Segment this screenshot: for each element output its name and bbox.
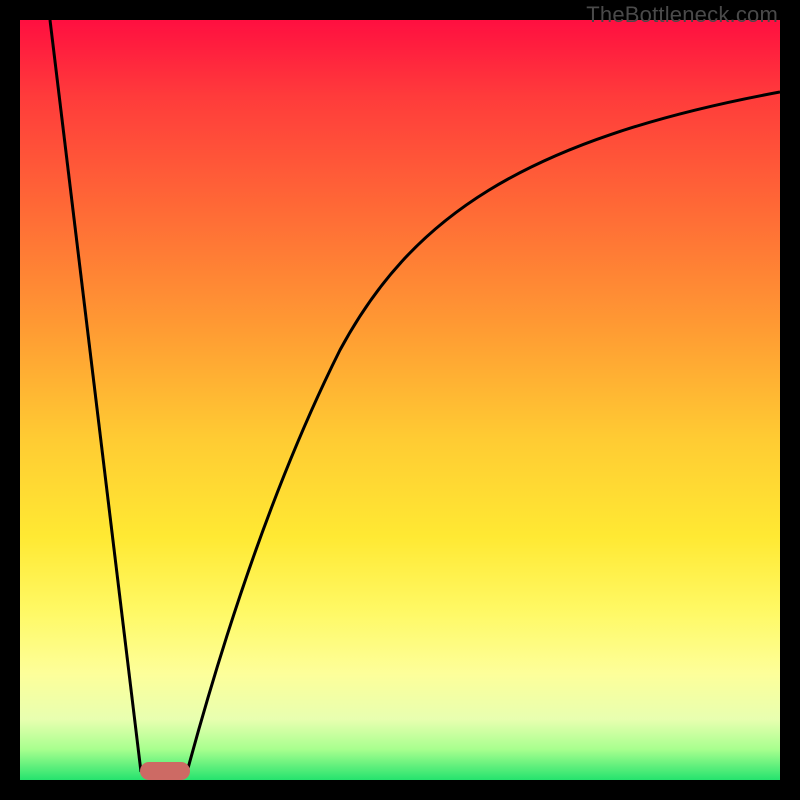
curve-left-segment (50, 20, 141, 772)
frame-left (0, 0, 20, 800)
plot-gradient-background (20, 20, 780, 780)
bottleneck-curve (20, 20, 780, 780)
frame-right (780, 0, 800, 800)
curve-right-segment (187, 92, 780, 772)
optimal-range-marker (140, 762, 190, 780)
bottleneck-chart: TheBottleneck.com (0, 0, 800, 800)
attribution-text: TheBottleneck.com (586, 2, 778, 28)
frame-bottom (0, 780, 800, 800)
